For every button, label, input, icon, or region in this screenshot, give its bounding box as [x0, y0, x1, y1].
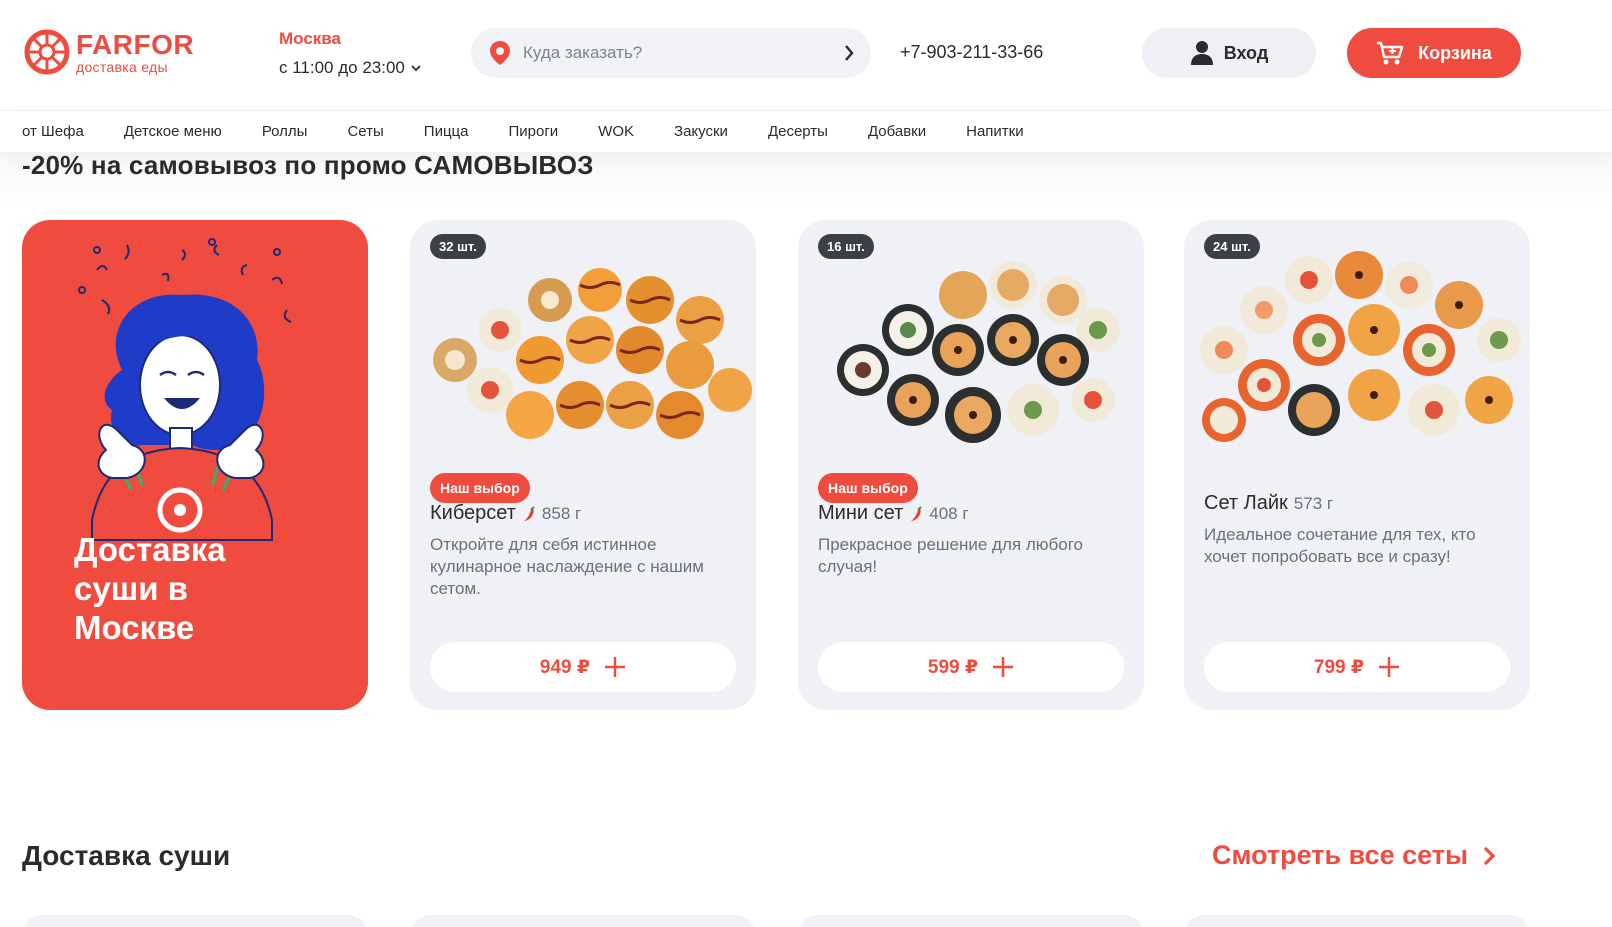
chevron-down-icon	[411, 65, 421, 72]
product-title-row: Сет Лайк 573 г	[1204, 492, 1333, 515]
nav-item-drinks[interactable]: Напитки	[966, 123, 1024, 140]
address-input[interactable]	[523, 43, 823, 63]
product-weight: 858 г	[541, 503, 582, 523]
product-card[interactable]: 16 шт. Наш выбор Мини сет 408 г Прекрасн…	[798, 220, 1144, 710]
product-card[interactable]: 32 шт. Наш выбор Киберсет 858 г Откройте…	[410, 220, 756, 710]
product-card[interactable]: 24 шт. Сет Лайк 573 г Идеальное сочетани…	[1184, 220, 1530, 710]
section-title: Доставка суши	[22, 840, 231, 871]
nav-item-rolls[interactable]: Роллы	[262, 123, 308, 140]
chevron-right-icon[interactable]	[843, 44, 855, 62]
product-description: Прекрасное решение для любого случая!	[818, 535, 1083, 576]
product-name: Сет Лайк	[1204, 492, 1288, 514]
plus-icon	[605, 657, 626, 677]
next-product-card-peek[interactable]	[22, 915, 368, 927]
header: FARFOR доставка еды Москва с 11:00 до 23…	[0, 0, 1612, 110]
product-name: Киберсет	[430, 502, 516, 524]
user-icon	[1190, 41, 1213, 65]
brand-name: FARFOR	[76, 28, 195, 60]
nav-item-pies[interactable]: Пироги	[508, 123, 558, 140]
address-search[interactable]	[471, 28, 871, 78]
nav-item-extras[interactable]: Добавки	[868, 123, 926, 140]
piece-count-badge: 32 шт.	[430, 234, 486, 259]
location-pin-icon	[490, 41, 510, 65]
logo[interactable]: FARFOR доставка еды	[22, 27, 194, 77]
nav-item-desserts[interactable]: Десерты	[768, 123, 828, 140]
nav-item-pizza[interactable]: Пицца	[424, 123, 469, 140]
cart-button[interactable]: Корзина	[1347, 28, 1521, 78]
product-description: Идеальное сочетание для тех, кто хочет п…	[1204, 525, 1476, 566]
add-to-cart-button[interactable]: 949 ₽	[430, 642, 736, 692]
product-weight: 408 г	[929, 503, 969, 523]
cart-label: Корзина	[1418, 42, 1492, 63]
nav-item-wok[interactable]: WOK	[598, 123, 634, 140]
category-nav: от Шефа Детское меню Роллы Сеты Пицца Пи…	[0, 110, 1612, 152]
nav-item-snacks[interactable]: Закуски	[674, 123, 728, 140]
product-name: Мини сет	[818, 502, 904, 524]
next-product-card-peek[interactable]	[798, 915, 1144, 927]
our-choice-badge: Наш выбор	[818, 473, 918, 503]
our-choice-badge: Наш выбор	[430, 473, 530, 503]
see-all-label: Смотреть все сеты	[1212, 840, 1469, 870]
nav-item-kids-menu[interactable]: Детское меню	[124, 123, 222, 140]
logo-icon	[24, 29, 70, 75]
promo-banner-text: -20% на самовывоз по промо САМОВЫВОЗ	[22, 150, 594, 180]
plus-icon	[1379, 657, 1400, 677]
product-description: Откройте для себя истинное кулинарное на…	[430, 535, 704, 598]
nav-item-chef[interactable]: от Шефа	[22, 123, 84, 140]
see-all-sets-link[interactable]: Смотреть все сеты	[1212, 840, 1496, 871]
city-selector[interactable]: Москва с 11:00 до 23:00	[279, 29, 421, 78]
brand-tagline: доставка еды	[76, 58, 168, 75]
hero-title: Доставка суши в Москве	[74, 531, 226, 646]
cart-icon	[1377, 41, 1404, 65]
next-product-card-peek[interactable]	[1184, 915, 1530, 927]
product-price: 599 ₽	[927, 656, 979, 678]
city-name: Москва	[279, 29, 341, 48]
chevron-right-icon	[1483, 846, 1496, 865]
next-product-card-peek[interactable]	[410, 915, 756, 927]
login-label: Вход	[1223, 42, 1269, 63]
product-title-row: Мини сет 408 г	[818, 502, 969, 525]
product-price: 799 ₽	[1313, 656, 1365, 678]
add-to-cart-button[interactable]: 599 ₽	[818, 642, 1124, 692]
add-to-cart-button[interactable]: 799 ₽	[1204, 642, 1510, 692]
product-price: 949 ₽	[539, 656, 591, 678]
nav-item-sets[interactable]: Сеты	[347, 123, 383, 140]
product-title-row: Киберсет 858 г	[430, 502, 581, 525]
chili-pepper-icon	[523, 505, 535, 521]
phone-link[interactable]: +7-903-211-33-66	[900, 42, 1043, 63]
product-weight: 573 г	[1293, 493, 1334, 513]
working-hours-text: с 11:00 до 23:00	[279, 58, 405, 77]
hero-promo-card[interactable]: Доставка суши в Москве	[22, 220, 368, 710]
piece-count-badge: 24 шт.	[1204, 234, 1260, 259]
login-button[interactable]: Вход	[1142, 28, 1316, 78]
chili-pepper-icon	[911, 505, 922, 521]
piece-count-badge: 16 шт.	[818, 234, 874, 259]
working-hours[interactable]: с 11:00 до 23:00	[279, 58, 421, 78]
plus-icon	[993, 657, 1014, 677]
